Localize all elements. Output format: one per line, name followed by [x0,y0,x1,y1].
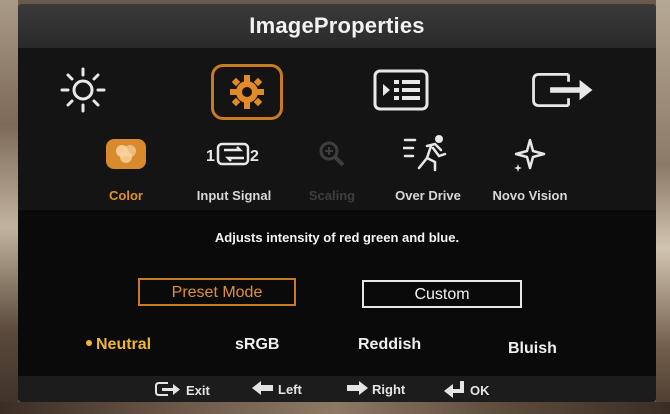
background-left-edge [0,0,18,414]
preset-option-label: Reddish [358,336,422,353]
arrow-right-icon [346,380,368,399]
footer-ok[interactable]: OK [444,380,490,401]
background-right-edge [656,0,670,414]
running-man-icon [401,134,453,179]
description-text: Adjusts intensity of red green and blue. [214,230,460,245]
footer-bar: Exit Left Right OK [18,376,656,402]
settings-icon[interactable] [211,64,283,120]
osd-menu: ImageProperties Color 1 2 Input Signal S… [18,4,656,402]
footer-ok-label: OK [470,383,490,398]
preset-option-label: Bluish [508,340,557,357]
svg-text:2: 2 [250,148,259,165]
preset-option-label: Neutral [96,336,152,353]
arrow-left-icon [252,380,274,399]
submenu-item-color[interactable]: Color [66,134,186,210]
exit-icon[interactable] [528,62,598,118]
preset-mode-button[interactable]: Preset Mode [138,278,296,306]
zoom-icon [317,139,347,174]
exit-icon [154,380,182,401]
settings-panel: Adjusts intensity of red green and blue.… [18,210,656,376]
menu-list-icon[interactable] [366,62,436,118]
footer-right-label: Right [372,382,406,397]
background-bottom-edge [0,402,670,414]
preset-option-reddish[interactable]: Reddish [358,336,421,354]
footer-exit-label: Exit [186,383,210,398]
brightness-icon[interactable] [48,62,118,118]
input-signal-icon: 1 2 [204,139,264,174]
footer-left-label: Left [278,382,302,397]
preset-option-neutral[interactable]: Neutral [86,336,151,354]
selected-dot-icon [86,339,92,346]
svg-text:1: 1 [206,148,215,165]
color-icon [104,137,148,176]
submenu-label: Color [109,188,143,203]
preset-option-bluish[interactable]: Bluish [508,340,557,358]
menu-title: ImageProperties [18,4,656,48]
footer-right[interactable]: Right [346,380,405,399]
custom-button[interactable]: Custom [362,280,522,308]
preset-option-label: sRGB [235,336,280,353]
submenu-item-novo-vision[interactable]: Novo Vision [470,134,590,210]
footer-exit[interactable]: Exit [154,380,210,401]
sparkle-icon [510,136,550,177]
enter-icon [444,380,466,401]
footer-left[interactable]: Left [252,380,302,399]
submenu-label: Novo Vision [492,188,568,203]
submenu-row: Color 1 2 Input Signal Scaling Over Driv… [18,134,656,210]
top-icon-bar [18,48,656,134]
preset-option-srgb[interactable]: sRGB [235,336,279,354]
